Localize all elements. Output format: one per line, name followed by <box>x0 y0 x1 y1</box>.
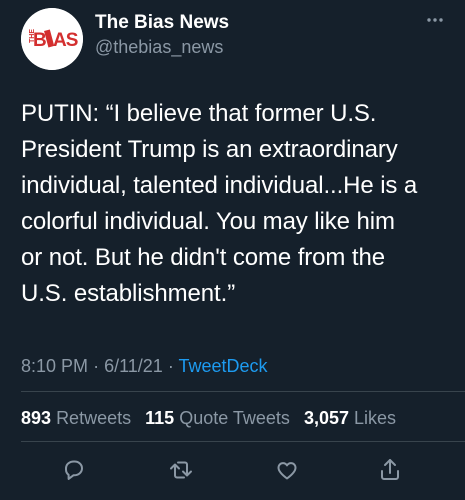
divider <box>21 441 465 442</box>
tweet-text-line: President Trump is an extraordinary <box>21 136 398 163</box>
divider <box>21 391 465 392</box>
quote-tweets-count: 115 <box>145 408 175 428</box>
tweet-text: PUTIN: “I believe that former U.S. Presi… <box>21 96 451 312</box>
quote-tweets-stat[interactable]: 115 Quote Tweets <box>145 408 290 428</box>
tweet-card: THE B AS The Bias News @thebias_news PUT… <box>0 0 465 500</box>
tweet-text-line: colorful individual. You may like him <box>21 208 395 235</box>
like-button[interactable] <box>269 452 305 488</box>
tweet-timestamp-line: 8:10 PM · 6/11/21 · TweetDeck <box>21 356 268 377</box>
tweet-date[interactable]: 6/11/21 <box>104 356 163 376</box>
heart-icon <box>277 462 297 480</box>
retweets-stat[interactable]: 893 Retweets <box>21 408 131 428</box>
reply-button[interactable] <box>55 452 91 488</box>
quote-tweets-label: Quote Tweets <box>179 408 290 428</box>
tweet-source-link[interactable]: TweetDeck <box>179 356 268 376</box>
separator: · <box>93 356 100 376</box>
tweet-text-line: or not. But he didn't come from the <box>21 244 385 271</box>
likes-count: 3,057 <box>303 408 349 428</box>
tweet-text-line: PUTIN: “I believe that former U.S. <box>21 100 377 127</box>
retweet-button[interactable] <box>163 452 199 488</box>
retweets-label: Retweets <box>56 408 132 428</box>
more-options-button[interactable] <box>420 10 450 30</box>
retweet-icon <box>170 461 192 479</box>
retweets-count: 893 <box>21 408 52 428</box>
comment-icon <box>65 460 83 480</box>
display-name[interactable]: The Bias News <box>95 12 229 34</box>
tweet-text-line: individual, talented individual...He is … <box>21 172 418 199</box>
bias-logo-icon: THE B AS <box>21 8 83 70</box>
separator: · <box>167 356 174 376</box>
svg-text:B: B <box>33 30 46 51</box>
share-button[interactable] <box>372 452 408 488</box>
likes-label: Likes <box>354 408 397 428</box>
svg-text:AS: AS <box>53 30 78 51</box>
tweet-actions-bar <box>0 452 465 488</box>
avatar[interactable]: THE B AS <box>21 8 83 70</box>
ellipsis-icon <box>427 18 443 22</box>
likes-stat[interactable]: 3,057 Likes <box>304 408 396 428</box>
tweet-text-line: U.S. establishment.” <box>21 280 236 307</box>
handle[interactable]: @thebias_news <box>95 37 223 58</box>
share-icon <box>381 459 399 480</box>
tweet-time[interactable]: 8:10 PM <box>21 356 88 376</box>
tweet-stats: 893 Retweets 115 Quote Tweets 3,057 Like… <box>21 408 405 429</box>
